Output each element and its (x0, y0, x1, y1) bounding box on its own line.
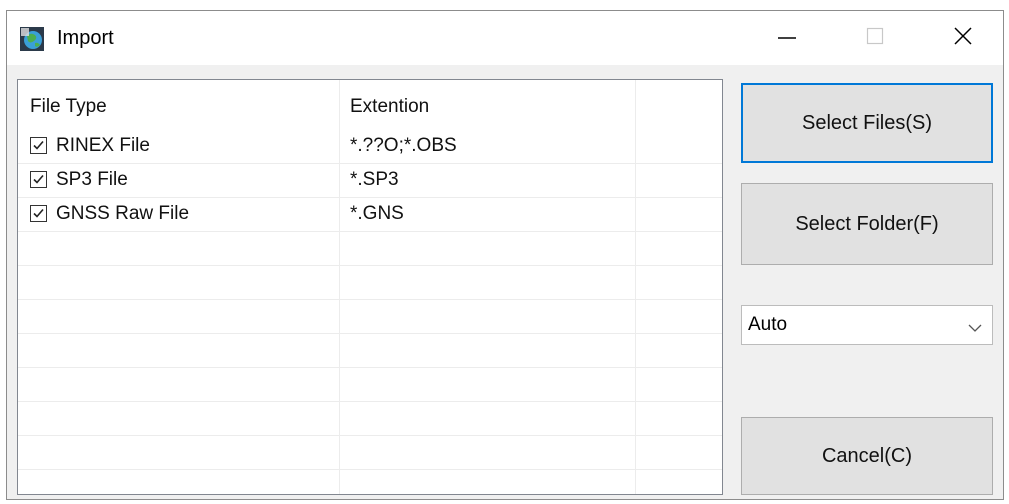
row-checkbox[interactable] (30, 205, 47, 222)
extension-cell: *.??O;*.OBS (350, 135, 457, 156)
column-header-extension[interactable]: Extention (350, 94, 429, 120)
minimize-button[interactable] (757, 11, 817, 65)
extension-cell: *.GNS (350, 203, 404, 224)
list-item[interactable]: RINEX File *.??O;*.OBS (18, 130, 722, 164)
select-folder-button[interactable]: Select Folder(F) (741, 183, 993, 265)
empty-row (18, 334, 722, 368)
empty-row (18, 232, 722, 266)
maximize-button[interactable] (845, 11, 905, 65)
file-type-cell: SP3 File (56, 169, 128, 190)
mode-dropdown[interactable]: Auto (741, 305, 993, 345)
window-title: Import (57, 27, 114, 49)
maximize-icon (866, 27, 884, 50)
file-type-cell: RINEX File (56, 135, 150, 156)
empty-row (18, 402, 722, 436)
empty-row (18, 436, 722, 470)
row-checkbox[interactable] (30, 171, 47, 188)
close-icon (953, 26, 973, 51)
file-type-list[interactable]: File Type Extention RINEX File *.??O;*.O… (17, 79, 723, 495)
select-files-button[interactable]: Select Files(S) (741, 83, 993, 163)
close-button[interactable] (933, 11, 993, 65)
file-type-cell: GNSS Raw File (56, 203, 190, 224)
import-dialog: Import File Type Extention RINEX File *.… (6, 10, 1004, 500)
empty-row (18, 300, 722, 334)
mode-dropdown-value: Auto (748, 314, 788, 335)
empty-row (18, 368, 722, 402)
app-globe-icon (19, 26, 45, 52)
column-header-file-type[interactable]: File Type (30, 94, 107, 120)
minimize-icon (777, 26, 797, 51)
extension-cell: *.SP3 (350, 169, 399, 190)
empty-row (18, 266, 722, 300)
row-checkbox[interactable] (30, 137, 47, 154)
chevron-down-icon (968, 320, 982, 338)
cancel-button[interactable]: Cancel(C) (741, 417, 993, 495)
title-bar[interactable]: Import (7, 11, 1003, 65)
list-item[interactable]: GNSS Raw File *.GNS (18, 198, 722, 232)
list-item[interactable]: SP3 File *.SP3 (18, 164, 722, 198)
